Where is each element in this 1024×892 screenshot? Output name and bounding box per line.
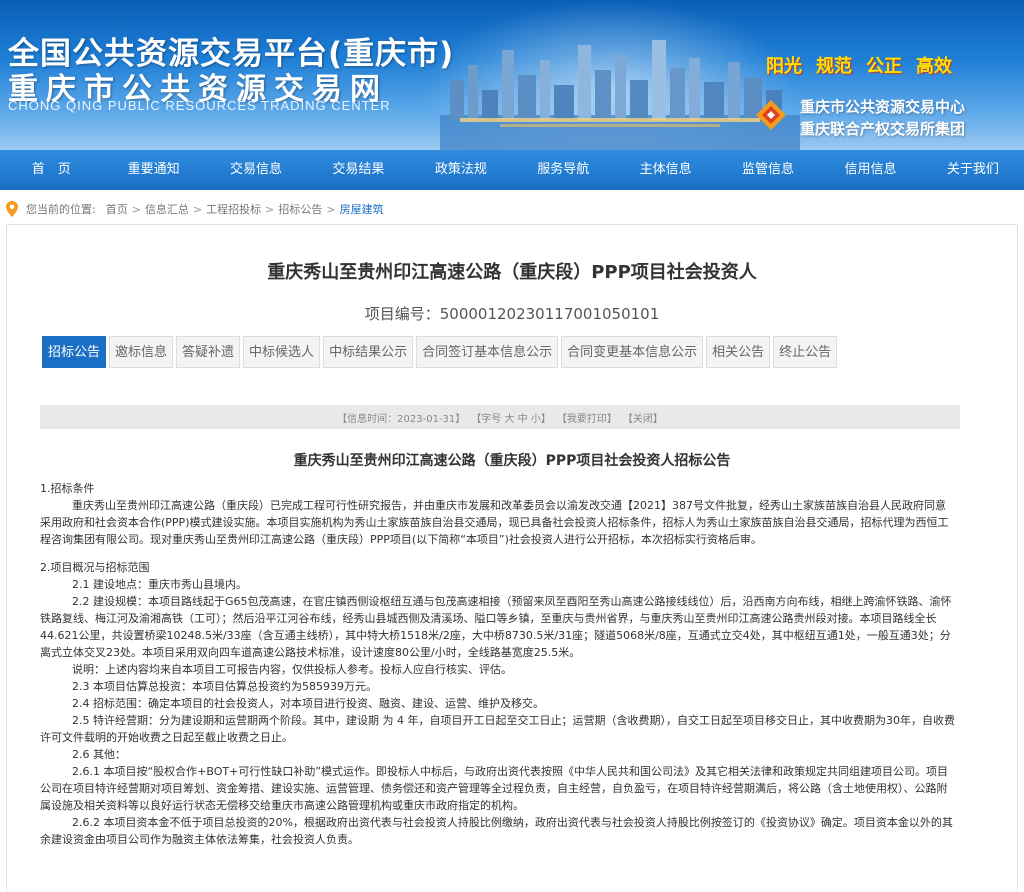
org-line-1: 重庆市公共资源交易中心 xyxy=(800,98,966,116)
project-code-label: 项目编号： xyxy=(364,305,440,323)
paragraph: 2.2 建设规模：本项目路线起于G65包茂高速，在官庄镇西侧设枢纽互通与包茂高速… xyxy=(40,595,952,659)
paragraph: 2.5 特许经营期：分为建设期和运营期两个阶段。其中，建设期 为 4 年，自项目… xyxy=(40,714,955,744)
nav-item-policies[interactable]: 政策法规 xyxy=(410,150,512,190)
trading-center-logo-icon xyxy=(756,100,786,130)
tab-qa-addenda[interactable]: 答疑补遗 xyxy=(176,336,241,368)
breadcrumb-separator: > xyxy=(131,202,141,216)
notice-article: 1.招标条件 重庆秀山至贵州印江高速公路（重庆段）已完成工程可行性研究报告，并由… xyxy=(40,478,956,848)
nav-item-credit[interactable]: 信用信息 xyxy=(819,150,921,190)
paragraph: 说明：上述内容均来自本项目工可报告内容，仅供投标人参考。投标人应自行核实、评估。 xyxy=(72,663,512,676)
paragraph: 重庆秀山至贵州印江高速公路（重庆段）已完成工程可行性研究报告，并由重庆市发展和改… xyxy=(40,499,949,546)
breadcrumb-separator: > xyxy=(192,202,203,216)
slogan-word: 阳光 xyxy=(766,56,802,77)
breadcrumb: 您当前的位置: 首页 > 信息汇总 > 工程招投标 > 招标公告 > 房屋建筑 xyxy=(0,196,1024,222)
breadcrumb-housing[interactable]: 房屋建筑 xyxy=(340,201,384,217)
paragraph: 2.6 其他： xyxy=(72,748,126,761)
paragraph: 2.6.1 本项目按“股权合作+BOT+可行性缺口补助”模式运作。即投标人中标后… xyxy=(40,765,949,812)
paragraph: 2.4 招标范围：确定本项目的社会投资人，对本项目进行投资、融资、建设、运营、维… xyxy=(72,697,544,710)
project-code-value: 500001202301170010501​01 xyxy=(439,305,660,323)
breadcrumb-separator: > xyxy=(265,202,275,216)
tab-contract-signing[interactable]: 合同签订基本信息公示 xyxy=(416,336,559,368)
tab-winning-candidates[interactable]: 中标候选人 xyxy=(243,336,321,368)
nav-item-notices[interactable]: 重要通知 xyxy=(102,150,204,190)
site-banner: 全国公共资源交易平台(重庆市) 重庆市公共资源交易网 CHONG QING PU… xyxy=(0,0,1024,150)
org-line-2: 重庆联合产权交易所集团 xyxy=(800,120,966,138)
paragraph: 2.1 建设地点：重庆市秀山县境内。 xyxy=(72,578,247,591)
breadcrumb-info-summary[interactable]: 信息汇总 xyxy=(145,201,189,217)
info-toolbar: 【信息时间：2023-01-31】 【字号 大 中 小】 【我要打印】 【关闭】 xyxy=(40,405,960,429)
nav-item-entity-info[interactable]: 主体信息 xyxy=(614,150,716,190)
project-code: 项目编号：500001202301170010501​01 xyxy=(0,303,1024,324)
slogan-word: 高效 xyxy=(916,56,952,77)
font-size-control[interactable]: 【字号 大 中 小】 xyxy=(471,410,551,425)
slogan-word: 公正 xyxy=(866,56,902,77)
tab-contract-change[interactable]: 合同变更基本信息公示 xyxy=(561,336,704,368)
location-pin-icon xyxy=(6,201,18,217)
nav-item-trade-results[interactable]: 交易结果 xyxy=(307,150,409,190)
section-heading: 1.招标条件 xyxy=(40,482,95,495)
tab-invitation-info[interactable]: 邀标信息 xyxy=(109,336,174,368)
tab-tender-notice[interactable]: 招标公告 xyxy=(42,336,107,368)
main-nav: 首 页 重要通知 交易信息 交易结果 政策法规 服务导航 主体信息 监管信息 信… xyxy=(0,150,1024,190)
breadcrumb-engineering[interactable]: 工程招投标 xyxy=(206,201,261,217)
nav-item-home[interactable]: 首 页 xyxy=(0,150,102,190)
nav-item-service-guide[interactable]: 服务导航 xyxy=(512,150,614,190)
nav-item-trade-info[interactable]: 交易信息 xyxy=(205,150,307,190)
breadcrumb-tender-notice[interactable]: 招标公告 xyxy=(278,201,322,217)
print-link[interactable]: 【我要打印】 xyxy=(557,410,617,425)
project-title: 重庆秀山至贵州印江高速公路（重庆段）PPP项目社会投资人 xyxy=(267,262,757,283)
paragraph: 2.3 本项目估算总投资：本项目估算总投资约为585939万元。 xyxy=(72,680,377,693)
close-link[interactable]: 【关闭】 xyxy=(623,410,663,425)
city-skyline-image xyxy=(440,40,800,150)
tab-award-result[interactable]: 中标结果公示 xyxy=(323,336,414,368)
notice-title: 重庆秀山至贵州印江高速公路（重庆段）PPP项目社会投资人招标公告 xyxy=(293,453,731,469)
slogan-word: 规范 xyxy=(816,56,852,77)
breadcrumb-prefix: 您当前的位置: xyxy=(26,203,96,216)
tab-termination-notice[interactable]: 终止公告 xyxy=(773,336,838,368)
slogan-group: 阳光 规范 公正 高效 xyxy=(766,52,952,78)
breadcrumb-separator: > xyxy=(326,202,336,216)
organization-names: 重庆市公共资源交易中心 重庆联合产权交易所集团 xyxy=(800,96,965,140)
tab-related-notices[interactable]: 相关公告 xyxy=(706,336,771,368)
info-time: 【信息时间：2023-01-31】 xyxy=(337,413,466,425)
breadcrumb-home[interactable]: 首页 xyxy=(106,201,128,217)
nav-item-about[interactable]: 关于我们 xyxy=(922,150,1024,190)
notice-tabs: 招标公告 邀标信息 答疑补遗 中标候选人 中标结果公示 合同签订基本信息公示 合… xyxy=(42,336,838,368)
paragraph: 2.6.2 本项目资本金不低于项目总投资的20%，根据政府出资代表与社会投资人持… xyxy=(40,816,953,846)
section-heading: 2.项目概况与招标范围 xyxy=(40,561,150,574)
site-title-english: CHONG QING PUBLIC RESOURCES TRADING CENT… xyxy=(8,98,391,113)
nav-item-supervision[interactable]: 监管信息 xyxy=(717,150,819,190)
